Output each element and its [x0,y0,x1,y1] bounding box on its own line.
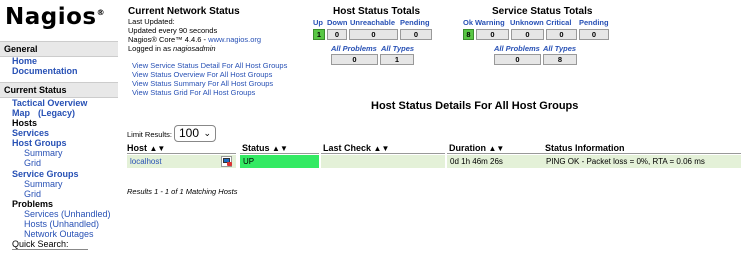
host-status-badge: UP [240,155,319,168]
service-all-problems-label[interactable]: All Problems [494,44,540,53]
sidebar-item-host-groups-summary[interactable]: Summary [24,148,63,158]
sidebar-item-hosts[interactable]: Hosts [12,118,37,128]
host-details-title: Host Status Details For All Host Groups [371,100,579,112]
host-link[interactable]: localhost [130,157,162,166]
sidebar-item-services[interactable]: Services [12,128,49,138]
divider [240,153,319,154]
service-total-label-warning[interactable]: Warning [475,18,505,27]
chevron-down-icon: ⌄ [203,128,211,138]
last-updated: Last Updated: [128,17,175,26]
service-total-label-ok[interactable]: Ok [463,18,473,27]
sidebar-item-tactical-overview[interactable]: Tactical Overview [12,98,87,108]
service-total-label-critical[interactable]: Critical [546,18,571,27]
column-header-status-information: Status Information [545,143,625,153]
quick-search-label: Quick Search: [12,239,69,249]
sidebar-item-home[interactable]: Home [12,56,37,66]
core-version: Nagios® Core™ 4.4.6 - www.nagios.org [128,35,262,44]
limit-results-label: Limit Results: [127,130,173,139]
sidebar-item-hosts-unhandled[interactable]: Hosts (Unhandled) [24,219,99,229]
host-total-label-up[interactable]: Up [313,18,323,27]
duration-cell: 0d 1h 46m 26s [447,155,543,168]
host-totals-title: Host Status Totals [333,6,421,17]
sidebar: Nagios® General Home Documentation Curre… [0,0,118,253]
column-header-last-check[interactable]: Last Check ▲▼ [323,143,389,153]
sort-icon[interactable]: ▲▼ [489,144,505,153]
sidebar-item-map-legacy[interactable]: (Legacy) [38,108,75,118]
network-status-title: Current Network Status [128,6,240,17]
service-total-pending-value[interactable]: 0 [579,29,609,40]
host-all-problems-value[interactable]: 0 [331,54,378,65]
link-status-overview[interactable]: View Status Overview For All Host Groups [132,70,272,79]
divider [127,153,236,154]
sidebar-item-service-groups-summary[interactable]: Summary [24,179,63,189]
sidebar-item-map[interactable]: Map [12,108,30,118]
nagios-app: Nagios® General Home Documentation Curre… [0,0,750,253]
username: nagiosadmin [173,44,216,53]
table-row-host-cell: localhost [127,155,236,168]
host-all-types-value[interactable]: 1 [380,54,414,65]
service-all-problems-value[interactable]: 0 [494,54,541,65]
sidebar-section-current-status: Current Status [0,82,118,98]
sort-icon[interactable]: ▲▼ [150,144,166,153]
host-total-down-value[interactable]: 0 [327,29,347,40]
last-check-cell [321,155,445,168]
host-all-types-label[interactable]: All Types [381,44,414,53]
host-total-label-down[interactable]: Down [327,18,347,27]
column-header-host[interactable]: Host ▲▼ [127,143,165,153]
column-header-status[interactable]: Status ▲▼ [242,143,288,153]
results-count: Results 1 - 1 of 1 Matching Hosts [127,187,238,196]
quick-search-input[interactable] [12,249,88,250]
service-totals-title: Service Status Totals [492,6,593,17]
sort-icon[interactable]: ▲▼ [272,144,288,153]
limit-results-select[interactable]: 100 ⌄ [174,125,216,142]
divider [447,153,543,154]
sidebar-item-network-outages[interactable]: Network Outages [24,229,94,239]
service-all-types-label[interactable]: All Types [543,44,576,53]
service-total-label-pending[interactable]: Pending [579,18,609,27]
divider [543,153,741,154]
divider [321,153,445,154]
service-total-warning-value[interactable]: 0 [476,29,509,40]
service-total-label-unknown[interactable]: Unknown [510,18,544,27]
nagios-logo[interactable]: Nagios® [5,4,105,30]
host-all-problems-label[interactable]: All Problems [331,44,377,53]
service-total-ok-value[interactable]: 8 [463,29,474,40]
sidebar-item-host-groups-grid[interactable]: Grid [24,158,41,168]
sidebar-item-problems[interactable]: Problems [12,199,53,209]
sidebar-item-service-groups-grid[interactable]: Grid [24,189,41,199]
link-status-summary[interactable]: View Status Summary For All Host Groups [132,79,273,88]
host-total-pending-value[interactable]: 0 [400,29,432,40]
link-status-grid[interactable]: View Status Grid For All Host Groups [132,88,255,97]
status-information-cell: PING OK - Packet loss = 0%, RTA = 0.06 m… [543,155,741,168]
service-all-types-value[interactable]: 8 [543,54,577,65]
sidebar-item-services-unhandled[interactable]: Services (Unhandled) [24,209,111,219]
host-total-up-value[interactable]: 1 [313,29,325,40]
link-service-status-detail[interactable]: View Service Status Detail For All Host … [132,61,287,70]
sort-icon[interactable]: ▲▼ [374,144,390,153]
host-total-label-unreachable[interactable]: Unreachable [350,18,395,27]
sidebar-item-documentation[interactable]: Documentation [12,66,78,76]
nagios-org-link[interactable]: www.nagios.org [208,35,261,44]
update-interval: Updated every 90 seconds [128,26,218,35]
column-header-duration[interactable]: Duration ▲▼ [449,143,504,153]
sidebar-item-service-groups[interactable]: Service Groups [12,169,79,179]
logged-in-as: Logged in as nagiosadmin [128,44,216,53]
host-detail-icon[interactable] [221,156,232,167]
service-total-unknown-value[interactable]: 0 [511,29,544,40]
host-total-label-pending[interactable]: Pending [400,18,430,27]
host-total-unreachable-value[interactable]: 0 [349,29,398,40]
sidebar-section-general: General [0,41,118,57]
sidebar-item-host-groups[interactable]: Host Groups [12,138,67,148]
service-total-critical-value[interactable]: 0 [546,29,577,40]
